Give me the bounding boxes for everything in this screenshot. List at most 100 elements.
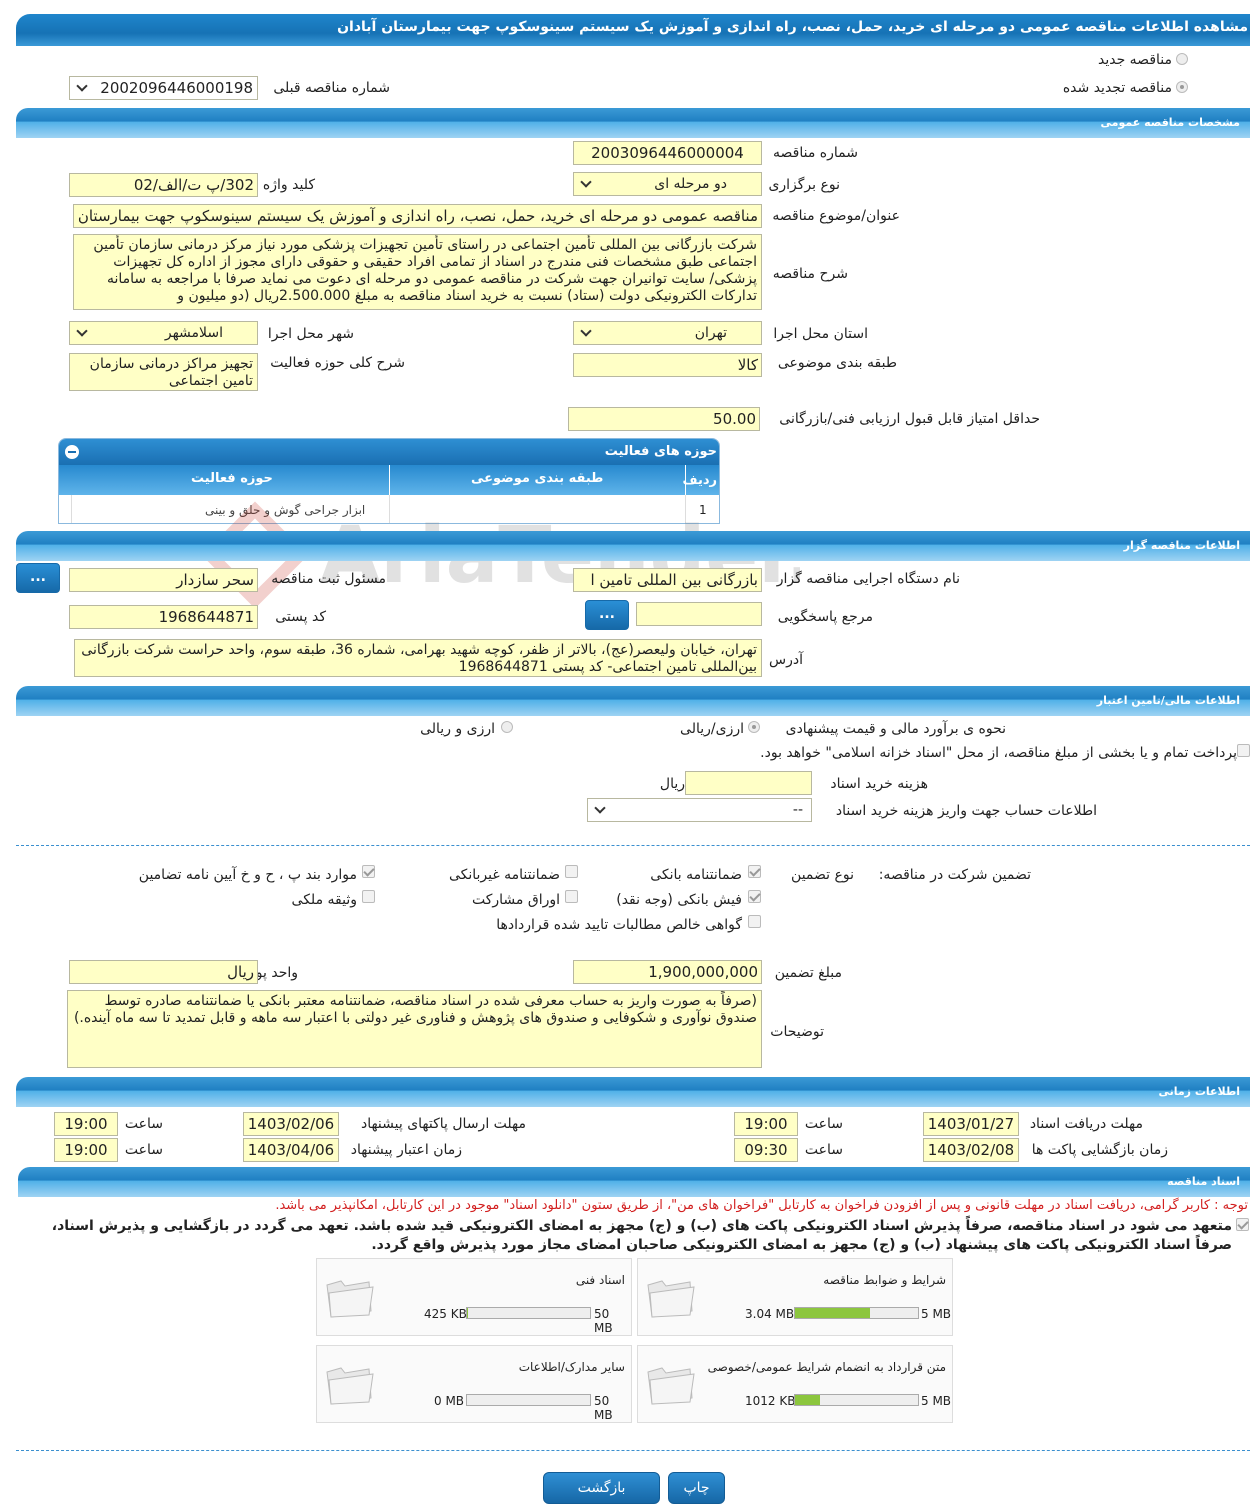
prev-number-select[interactable]: 2002096446000198 (69, 76, 258, 100)
method-label: نحوه ی برآورد مالی و قیمت پیشنهادی (785, 721, 1006, 737)
registrar-label: مسئول ثبت مناقصه (271, 571, 386, 587)
fx-label: ارزی و ریالی (420, 721, 495, 737)
property-checkbox[interactable] (362, 890, 375, 903)
doc-fee-currency: ریال (659, 776, 685, 792)
category-field: کالا (573, 353, 762, 377)
ref-lookup-button[interactable]: ... (585, 600, 629, 630)
bank-receipt-checkbox[interactable] (748, 890, 761, 903)
province-select[interactable]: تهران (573, 321, 762, 345)
unit-field: ریال (69, 960, 258, 984)
guarantee-label: تضمین شرکت در مناقصه: (878, 867, 1031, 883)
section-timing: اطلاعات زمانی (16, 1077, 1250, 1107)
keyword-field: 302/پ ت/الف/02 (69, 173, 258, 197)
file-panel[interactable]: سایر مدارک/اطلاعات 0 MB 50 MB (316, 1345, 632, 1423)
valid-time-field: 19:00 (54, 1138, 118, 1162)
file-progress (466, 1394, 591, 1406)
file-progress (794, 1394, 919, 1406)
clauses-label: موارد بند پ ، ح و خ آیین نامه تضامین (138, 867, 357, 883)
page-title: مشاهده اطلاعات مناقصه عمومی دو مرحله ای … (337, 19, 1248, 35)
folder-icon (326, 1280, 374, 1318)
receive-time-label: ساعت (804, 1116, 843, 1132)
commit-checkbox[interactable] (1236, 1218, 1249, 1231)
min-score-label: حداقل امتیاز قابل قبول ارزیابی فنی/بازرگ… (779, 411, 1040, 427)
send-label: مهلت ارسال پاکتهای پیشنهاد (360, 1116, 526, 1132)
send-time-label: ساعت (124, 1116, 163, 1132)
bank-guarantee-checkbox[interactable] (748, 865, 761, 878)
address-label: آدرس (769, 652, 803, 668)
print-button[interactable]: چاپ (668, 1472, 725, 1504)
new-tender-radio[interactable] (1176, 53, 1188, 65)
fx-radio[interactable] (501, 721, 513, 733)
nonbank-guarantee-checkbox[interactable] (565, 865, 578, 878)
nonbank-guarantee-label: ضمانتنامه غیربانکی (448, 867, 560, 883)
prev-number-label: شماره مناقصه قبلی (273, 80, 390, 96)
desc-label: شرح مناقصه (772, 266, 848, 282)
address-field: تهران، خیابان ولیعصر(عج)، بالاتر از ظفر،… (74, 639, 762, 677)
valid-date-field: 1403/04/06 (243, 1138, 339, 1162)
receive-label: مهلت دریافت اسناد (1029, 1116, 1143, 1132)
file-panel[interactable]: اسناد فنی 425 KB 50 MB (316, 1258, 632, 1336)
desc-field: شرکت بازرگانی بین المللی تأمین اجتماعی د… (73, 234, 762, 310)
chevron-down-icon (580, 325, 592, 337)
collapse-icon[interactable] (65, 445, 79, 459)
account-label: اطلاعات حساب جهت واریز هزینه خرید اسناد (835, 803, 1097, 819)
type-select[interactable]: دو مرحله ای (573, 172, 762, 196)
section-general: مشخصات مناقصه عمومی (16, 108, 1250, 138)
doc-fee-label: هزینه خرید اسناد (830, 776, 928, 792)
page-header: مشاهده اطلاعات مناقصه عمومی دو مرحله ای … (16, 14, 1250, 46)
chevron-down-icon (76, 325, 88, 337)
back-button[interactable]: بازگشت (543, 1472, 660, 1504)
open-label: زمان بازگشایی پاکت ها (1031, 1142, 1168, 1158)
notes-field: (صرفاً به صورت واریز به حساب معرفی شده د… (67, 990, 762, 1068)
city-select[interactable]: اسلامشهر (69, 321, 258, 345)
subject-field: مناقصه عمومی دو مرحله ای خرید، حمل، نصب،… (73, 204, 762, 228)
chevron-down-icon (580, 176, 592, 188)
section-finance: اطلاعات مالی/تامین اعتبار (16, 686, 1250, 716)
chevron-down-icon (594, 802, 606, 814)
treasury-checkbox[interactable] (1237, 744, 1250, 757)
org-lookup-button[interactable]: ... (16, 563, 60, 593)
number-field: 2003096446000004 (573, 141, 762, 165)
subject-label: عنوان/موضوع مناقصه (772, 208, 900, 224)
section-docs: اسناد مناقصه (18, 1167, 1250, 1197)
divider (16, 845, 1250, 846)
type-label: نوع برگزاری (768, 177, 840, 193)
file-panel[interactable]: متن قرارداد به انضمام شرایط عمومی/خصوصی … (637, 1345, 953, 1423)
bonds-checkbox[interactable] (565, 890, 578, 903)
activities-header: حوزه های فعالیت (59, 439, 719, 465)
valid-time-label: ساعت (124, 1142, 163, 1158)
file-progress (466, 1307, 591, 1319)
account-select[interactable]: -- (587, 798, 812, 822)
file-panel[interactable]: شرایط و ضوابط مناقصه 3.04 MB 5 MB (637, 1258, 953, 1336)
activity-desc-field: تجهیز مراکز درمانی سازمان تامین اجتماعی (69, 353, 258, 391)
send-date-field: 1403/02/06 (243, 1112, 339, 1136)
send-time-field: 19:00 (54, 1112, 118, 1136)
notes-label: توضیحات (770, 1024, 824, 1040)
ref-label: مرجع پاسخگویی (777, 609, 873, 625)
clauses-checkbox[interactable] (362, 865, 375, 878)
treasury-label: پرداخت تمام و یا بخشی از مبلغ مناقصه، از… (760, 745, 1237, 761)
renewed-tender-radio[interactable] (1176, 81, 1188, 93)
docs-note: توجه : کاربر گرامی، دریافت اسناد در مهلت… (275, 1198, 1248, 1213)
divider (16, 1450, 1250, 1451)
table-row: 1 ابزار جراحی گوش و حلق و بینی (59, 495, 719, 523)
property-label: وثیقه ملکی (291, 892, 357, 908)
section-organizer: اطلاعات مناقصه گزار (16, 531, 1250, 561)
postal-field: 1968644871 (69, 605, 258, 629)
rial-radio[interactable] (748, 721, 760, 733)
registrar-field: سحر سازدار (69, 568, 258, 592)
claims-checkbox[interactable] (748, 915, 761, 928)
number-label: شماره مناقصه (773, 145, 858, 161)
city-label: شهر محل اجرا (267, 326, 354, 342)
activities-panel: حوزه های فعالیت ردیف طبقه بندی موضوعی حو… (58, 438, 720, 524)
org-label: نام دستگاه اجرایی مناقصه گزار (776, 571, 960, 587)
min-score-field: 50.00 (568, 407, 760, 431)
receive-date-field: 1403/01/27 (923, 1112, 1019, 1136)
bank-guarantee-label: ضمانتنامه بانکی (650, 867, 742, 883)
province-label: استان محل اجرا (773, 326, 868, 342)
claims-label: گواهی خالص مطالبات تایید شده قراردادها (496, 917, 742, 933)
activity-desc-label: شرح کلی حوزه فعالیت (270, 355, 405, 371)
commit-text: متعهد می شود در اسناد مناقصه، صرفاً پذیر… (51, 1218, 1232, 1253)
bank-receipt-label: فیش بانکی (وجه نقد) (616, 892, 742, 908)
renewed-tender-label: مناقصه تجدید شده (1062, 80, 1172, 96)
